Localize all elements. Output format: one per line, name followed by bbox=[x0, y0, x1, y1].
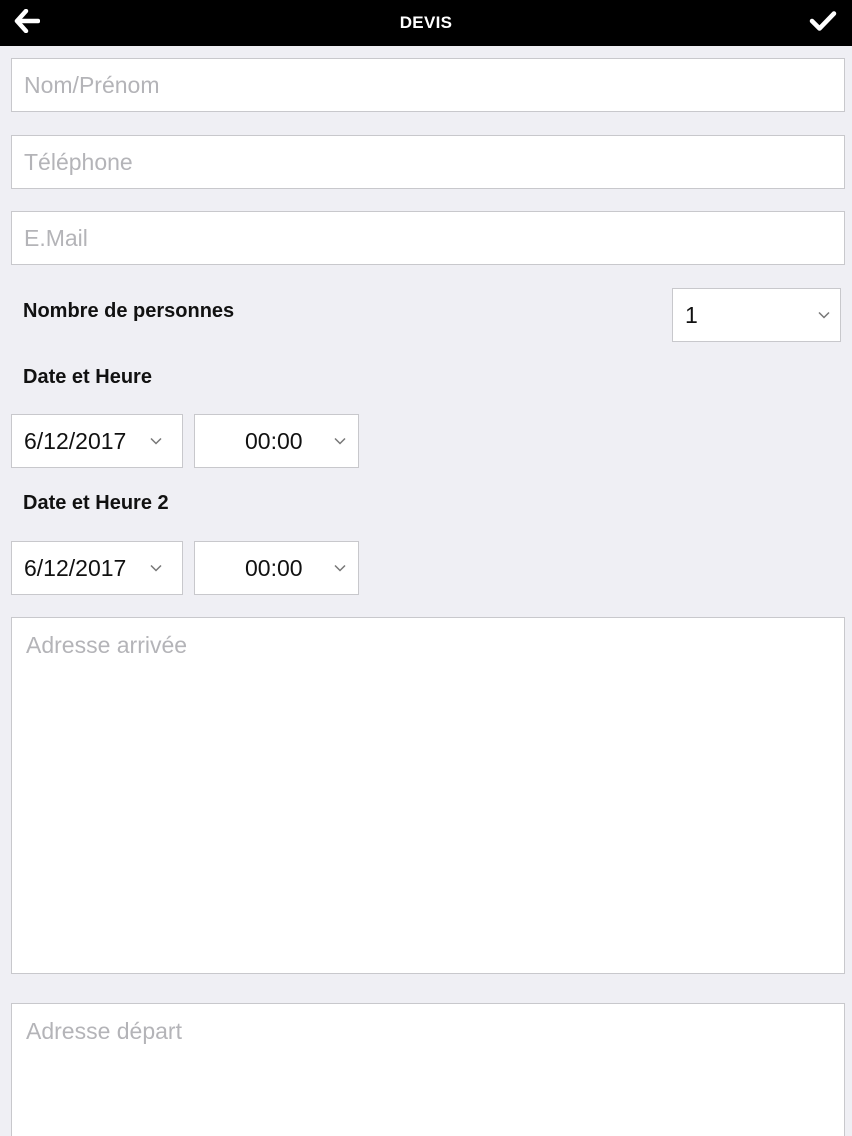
email-field[interactable]: E.Mail bbox=[11, 211, 845, 265]
chevron-down-icon bbox=[818, 289, 830, 341]
phone-field[interactable]: Téléphone bbox=[11, 135, 845, 189]
top-bar: DEVIS bbox=[0, 0, 852, 46]
arrival-placeholder: Adresse arrivée bbox=[26, 632, 188, 658]
time2-value: 00:00 bbox=[245, 555, 303, 581]
chevron-down-icon bbox=[334, 415, 346, 467]
time1-value: 00:00 bbox=[245, 428, 303, 454]
name-field[interactable]: Nom/Prénom bbox=[11, 58, 845, 112]
persons-label: Nombre de personnes bbox=[23, 300, 235, 322]
time2-select[interactable]: 00:00 bbox=[194, 541, 359, 595]
page-title: DEVIS bbox=[399, 13, 453, 32]
checkmark-icon bbox=[809, 10, 837, 37]
date2-value: 6/12/2017 bbox=[24, 555, 127, 581]
phone-placeholder: Téléphone bbox=[24, 149, 133, 175]
date1-select[interactable]: 6/12/2017 bbox=[11, 414, 183, 468]
departure-address-field[interactable]: Adresse départ bbox=[11, 1003, 845, 1136]
email-placeholder: E.Mail bbox=[24, 225, 88, 251]
chevron-down-icon bbox=[150, 415, 162, 467]
name-placeholder: Nom/Prénom bbox=[24, 72, 160, 98]
date2-select[interactable]: 6/12/2017 bbox=[11, 541, 183, 595]
departure-placeholder: Adresse départ bbox=[26, 1018, 182, 1044]
datetime2-label: Date et Heure 2 bbox=[23, 492, 169, 514]
persons-value: 1 bbox=[685, 302, 698, 328]
arrival-address-field[interactable]: Adresse arrivée bbox=[11, 617, 845, 974]
confirm-button[interactable] bbox=[804, 6, 842, 40]
datetime1-label: Date et Heure bbox=[23, 366, 152, 388]
date1-value: 6/12/2017 bbox=[24, 428, 127, 454]
chevron-down-icon bbox=[334, 542, 346, 594]
persons-select[interactable]: 1 bbox=[672, 288, 841, 342]
time1-select[interactable]: 00:00 bbox=[194, 414, 359, 468]
chevron-down-icon bbox=[150, 542, 162, 594]
